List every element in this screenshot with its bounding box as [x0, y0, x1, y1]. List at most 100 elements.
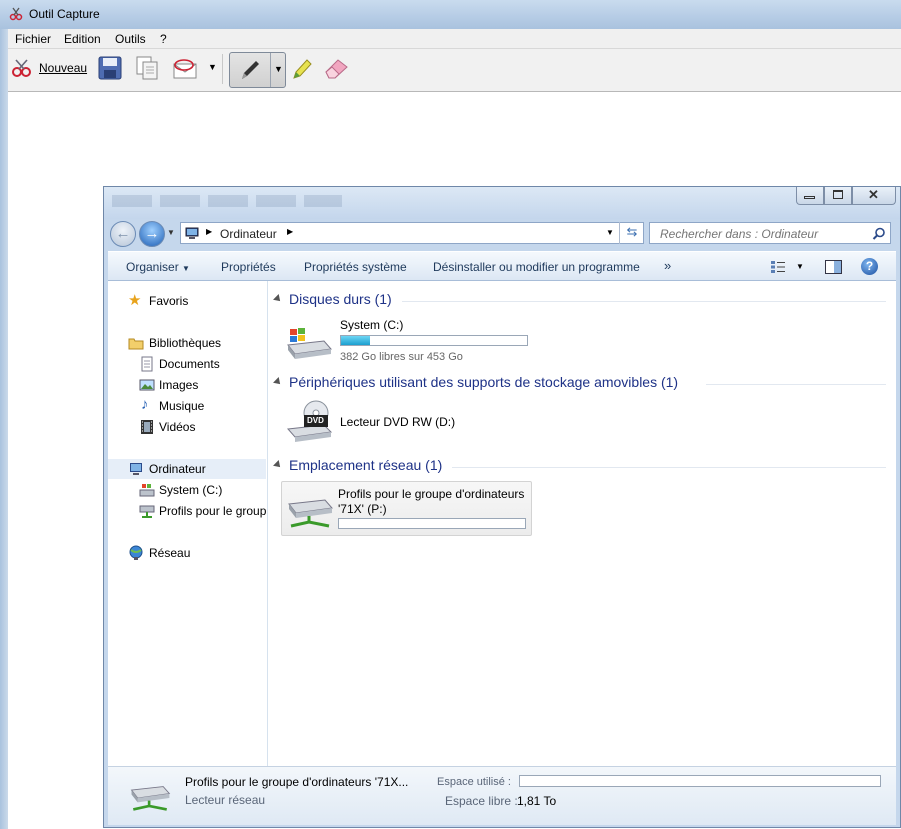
nav-label: Réseau [149, 546, 191, 560]
address-box[interactable]: ▶ Ordinateur ▶ ▼ ⇆ [180, 222, 644, 244]
refresh-button[interactable]: ⇆ [619, 222, 644, 244]
new-capture-icon [12, 59, 31, 77]
drive-name: Lecteur DVD RW (D:) [340, 415, 456, 429]
menu-fichier[interactable]: Fichier [15, 32, 51, 46]
group-network-location[interactable]: Emplacement réseau (1) [272, 457, 886, 477]
drive-usage-fill [341, 336, 371, 345]
window-controls: ✕ [796, 187, 896, 205]
search-input[interactable] [658, 226, 872, 242]
back-button[interactable]: ← [110, 221, 136, 247]
uninstall-program-button[interactable]: Désinstaller ou modifier un programme [433, 260, 640, 274]
menu-help[interactable]: ? [160, 32, 167, 46]
nav-network[interactable]: Réseau [108, 543, 266, 563]
send-dropdown-chevron-icon[interactable]: ▼ [208, 62, 217, 72]
recent-pages-chevron-icon[interactable]: ▼ [167, 228, 175, 237]
minimize-button[interactable] [796, 187, 824, 205]
group-title: Emplacement réseau (1) [289, 457, 443, 473]
details-name: Profils pour le groupe d'ordinateurs '71… [185, 775, 409, 789]
pen-icon [242, 61, 259, 79]
drive-name: Profils pour le groupe d'ordinateurs [338, 487, 525, 501]
explorer-title-bar: ✕ [104, 187, 900, 219]
window-title: Outil Capture [29, 7, 100, 21]
group-divider [706, 384, 886, 385]
network-drive-icon [130, 786, 171, 811]
highlighter-icon[interactable] [290, 56, 314, 82]
breadcrumb-ordinateur[interactable]: Ordinateur [220, 227, 277, 241]
nav-label: Profils pour le group [159, 504, 266, 518]
nav-documents[interactable]: Documents [108, 354, 266, 374]
drive-usage-bar [340, 335, 528, 346]
group-hard-disks[interactable]: Disques durs (1) [272, 291, 886, 311]
forward-button[interactable]: → [139, 221, 165, 247]
scissors-icon [9, 7, 23, 21]
eraser-icon[interactable] [322, 56, 350, 82]
details-type: Lecteur réseau [185, 793, 266, 807]
network-globe-icon [129, 545, 143, 560]
view-options-chevron-icon[interactable]: ▼ [796, 262, 804, 271]
nav-network-drive[interactable]: Profils pour le group [108, 501, 266, 521]
nav-label: Favoris [149, 294, 189, 308]
command-bar: Organiser ▼ Propriétés Propriétés systèm… [108, 251, 896, 281]
drive-network-p[interactable]: Profils pour le groupe d'ordinateurs '71… [281, 481, 532, 536]
computer-icon [130, 463, 142, 475]
music-note-icon: ♪ [141, 396, 149, 413]
videos-icon [141, 420, 153, 434]
minimize-icon [804, 196, 815, 199]
drive-dvd-d[interactable]: DVD Lecteur DVD RW (D:) [284, 397, 584, 445]
content-pane: Disques durs (1) System (C:) 382 Go libr… [268, 281, 896, 766]
maximize-icon [833, 190, 843, 199]
change-view-icon[interactable] [770, 260, 786, 274]
star-icon: ★ [128, 292, 142, 309]
blurred-taskbar-tabs [112, 195, 342, 207]
computer-icon [185, 227, 199, 239]
drive-usage-bar [338, 518, 526, 529]
nav-images[interactable]: Images [108, 375, 266, 395]
menu-bar: Fichier Edition Outils ? [8, 29, 901, 49]
nav-label: Documents [159, 357, 220, 371]
save-icon[interactable] [97, 55, 123, 81]
dvd-label: DVD [307, 416, 324, 425]
group-removable[interactable]: Périphériques utilisant des supports de … [272, 374, 886, 394]
window-frame [0, 29, 8, 829]
menu-edition[interactable]: Edition [64, 32, 101, 46]
address-history-chevron-icon[interactable]: ▼ [606, 228, 614, 237]
search-box [649, 222, 891, 244]
drive-name-line2: '71X' (P:) [338, 502, 387, 516]
new-button-label: Nouveau [39, 61, 88, 75]
maximize-button[interactable] [824, 187, 852, 205]
details-pane: Profils pour le groupe d'ordinateurs '71… [108, 766, 896, 825]
collapse-triangle-icon [273, 460, 283, 470]
send-email-icon[interactable] [171, 55, 199, 81]
nav-label: Vidéos [159, 420, 196, 434]
organise-button[interactable]: Organiser ▼ [126, 260, 190, 274]
preview-pane-icon[interactable] [825, 260, 842, 274]
breadcrumb-chevron-icon[interactable]: ▶ [287, 227, 293, 236]
nav-label: System (C:) [159, 483, 223, 497]
copy-icon[interactable] [135, 55, 159, 81]
properties-button[interactable]: Propriétés [221, 260, 276, 274]
nav-system-c[interactable]: System (C:) [108, 480, 266, 500]
nav-label: Musique [159, 399, 205, 413]
system-properties-button[interactable]: Propriétés système [304, 260, 407, 274]
details-free-label: Espace libre : [445, 794, 518, 808]
nav-favorites[interactable]: ★ Favoris [108, 291, 266, 311]
help-icon[interactable]: ? [861, 258, 878, 275]
menu-outils[interactable]: Outils [115, 32, 146, 46]
more-commands-button[interactable]: » [664, 258, 671, 273]
new-capture-button[interactable]: Nouveau [11, 55, 93, 81]
nav-music[interactable]: ♪ Musique [108, 396, 266, 416]
pen-tool-button[interactable]: ▼ [229, 52, 286, 88]
nav-libraries[interactable]: Bibliothèques [108, 333, 266, 353]
drive-system-c[interactable]: System (C:) 382 Go libres sur 453 Go [284, 317, 584, 365]
search-icon[interactable] [872, 227, 886, 241]
details-free-value: 1,81 To [517, 794, 557, 808]
close-button[interactable]: ✕ [852, 187, 896, 205]
nav-computer[interactable]: Ordinateur [108, 459, 266, 479]
nav-videos[interactable]: Vidéos [108, 417, 266, 437]
network-drive-icon [139, 505, 155, 518]
title-bar: Outil Capture [0, 0, 901, 29]
explorer-window: ✕ ← → ▼ ▶ Ordinateur ▶ ▼ ⇆ Rechercher da… [103, 186, 901, 828]
hard-drive-icon [139, 484, 155, 497]
toolbar-divider [222, 54, 223, 84]
hard-drive-windows-icon [287, 328, 332, 359]
